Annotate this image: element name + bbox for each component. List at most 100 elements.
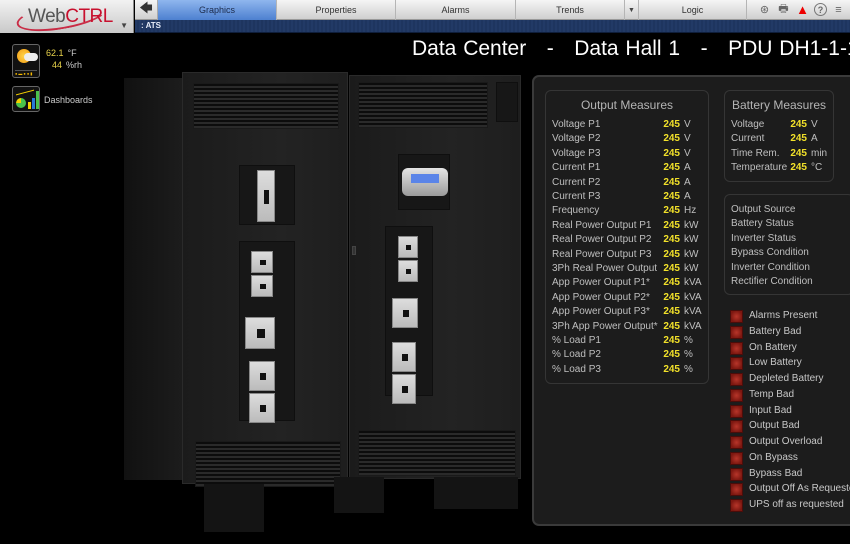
measure-value[interactable]: 245 <box>656 118 680 132</box>
tab-alarms[interactable]: Alarms <box>396 0 516 20</box>
measure-value[interactable]: 245 <box>656 320 680 334</box>
measure-unit: kVA <box>684 306 702 318</box>
measure-unit: °C <box>811 162 823 174</box>
status-label[interactable]: Output Source <box>731 203 795 217</box>
measure-value[interactable]: 245 <box>656 132 680 146</box>
output-measure-row: App Power Ouput P3* 245 kVA <box>552 305 702 319</box>
measure-value[interactable]: 245 <box>656 219 680 233</box>
tab-graphics[interactable]: Graphics <box>158 0 277 20</box>
measure-value[interactable]: 245 <box>783 147 807 161</box>
output-measures-group: Output Measures Voltage P1 245 V Voltage P2… <box>545 90 709 384</box>
page-title: Data Center - Data Hall 1 - PDU DH1-1-1 <box>412 37 850 60</box>
measure-value[interactable]: 245 <box>783 132 807 146</box>
measure-value[interactable]: 245 <box>656 334 680 348</box>
measure-unit: kW <box>684 234 699 246</box>
output-measure-row: Frequency 245 Hz <box>552 204 702 218</box>
weather-icon[interactable]: ●▬●●▮ <box>12 44 40 78</box>
top-vent <box>193 83 339 129</box>
measure-label: % Load P3 <box>552 363 601 375</box>
measure-unit: A <box>684 191 691 202</box>
measure-value[interactable]: 245 <box>656 233 680 247</box>
printer-icon[interactable]: 🖶 <box>776 2 791 17</box>
status-label[interactable]: Bypass Condition <box>731 246 809 260</box>
trends-dropdown-button[interactable]: ▼ <box>625 0 639 20</box>
output-measure-row: Voltage P3 245 V <box>552 147 702 161</box>
back-button[interactable]: 🡄 <box>135 0 158 20</box>
battery-measures-group: Battery Measures Voltage 245 V Current 245 A T… <box>724 90 834 182</box>
measure-label: 3Ph App Power Output* <box>552 320 658 332</box>
measure-unit: A <box>811 133 818 145</box>
measure-value[interactable]: 245 <box>656 348 680 362</box>
status-label[interactable]: Inverter Condition <box>731 261 810 275</box>
measure-value[interactable]: 245 <box>656 161 680 175</box>
logo-area[interactable]: WebCTRL ▼ <box>0 0 134 37</box>
status-label[interactable]: Rectifier Condition <box>731 275 813 289</box>
breadcrumb[interactable]: : ATS <box>141 21 161 30</box>
breaker <box>245 317 275 349</box>
alarm-led-icon <box>730 420 743 434</box>
temperature-unit: °F <box>67 48 77 58</box>
output-measure-row: % Load P2 245% <box>552 348 702 362</box>
tab-logic[interactable]: Logic <box>639 0 747 20</box>
tab-properties[interactable]: Properties <box>277 0 396 20</box>
bottom-vent <box>358 430 516 476</box>
alarm-led-icon <box>730 467 743 481</box>
output-measure-row: Current P2 245 A <box>552 176 702 190</box>
bar-icon <box>36 91 39 109</box>
measure-value[interactable]: 245 <box>656 262 680 276</box>
breaker <box>392 298 418 328</box>
output-measure-row: 3Ph Real Power Output 245 kW <box>552 262 702 276</box>
measure-label: Current <box>731 133 765 145</box>
cabinet-left-door <box>182 72 348 487</box>
measure-unit: % <box>684 335 693 346</box>
measure-label: % Load P2 <box>552 349 601 361</box>
measure-unit: V <box>684 147 691 159</box>
help-icon[interactable]: ? <box>814 3 827 16</box>
breaker <box>251 275 273 297</box>
webctrl-logo: WebCTRL <box>28 6 113 28</box>
tab-trends[interactable]: Trends <box>516 0 625 20</box>
alarm-led-icon <box>730 357 743 371</box>
measure-value[interactable]: 245 <box>656 363 680 377</box>
measure-label: App Power Ouput P3* <box>552 306 650 318</box>
measure-value[interactable]: 245 <box>656 190 680 204</box>
measure-value[interactable]: 245 <box>656 291 680 305</box>
measure-label: 3Ph Real Power Output <box>552 263 658 274</box>
output-measure-row: Current P3 245 A <box>552 190 702 204</box>
measure-value[interactable]: 245 <box>656 276 680 290</box>
status-label[interactable]: Inverter Status <box>731 232 796 246</box>
measure-label: Voltage P1 <box>552 119 601 130</box>
logo-dropdown-icon[interactable]: ▼ <box>120 21 128 30</box>
alarm-label: Bypass Bad <box>749 467 803 479</box>
menu-icon[interactable]: ≡ <box>831 2 846 17</box>
breaker <box>398 260 418 282</box>
measure-label: Frequency <box>552 205 600 217</box>
measure-value[interactable]: 245 <box>656 176 680 190</box>
cloud-icon <box>24 53 38 61</box>
status-label[interactable]: Battery Status <box>731 217 794 231</box>
measure-value[interactable]: 245 <box>783 161 807 175</box>
measure-value[interactable]: 245 <box>656 305 680 319</box>
measure-unit: % <box>684 349 693 361</box>
output-measure-row: % Load P1 245% <box>552 334 702 348</box>
measure-value[interactable]: 245 <box>783 118 807 132</box>
measure-label: Real Power Output P1 <box>552 219 652 231</box>
measure-value[interactable]: 245 <box>656 147 680 161</box>
breaker <box>249 393 275 423</box>
measure-label: Real Power Output P3 <box>552 248 652 260</box>
alarm-led-icon <box>730 451 743 465</box>
measure-label: App Power Ouput P2* <box>552 291 650 303</box>
measure-value[interactable]: 245 <box>656 248 680 262</box>
output-measure-row: App Power Ouput P2* 245 kVA <box>552 291 702 305</box>
top-vent <box>358 82 488 128</box>
measure-value[interactable]: 245 <box>656 204 680 218</box>
breaker <box>398 236 418 258</box>
measure-label: Real Power Output P2 <box>552 234 652 246</box>
measure-unit: Hz <box>684 205 697 217</box>
film-reel-icon[interactable]: ⊛ <box>757 2 772 17</box>
dashboards-icon[interactable] <box>12 86 40 112</box>
alarm-label: Alarms Present <box>749 310 818 321</box>
alarm-warning-icon[interactable]: ▲ <box>795 2 810 17</box>
dashboards-link[interactable]: Dashboards <box>44 95 93 105</box>
measure-label: App Power Ouput P1* <box>552 277 650 289</box>
